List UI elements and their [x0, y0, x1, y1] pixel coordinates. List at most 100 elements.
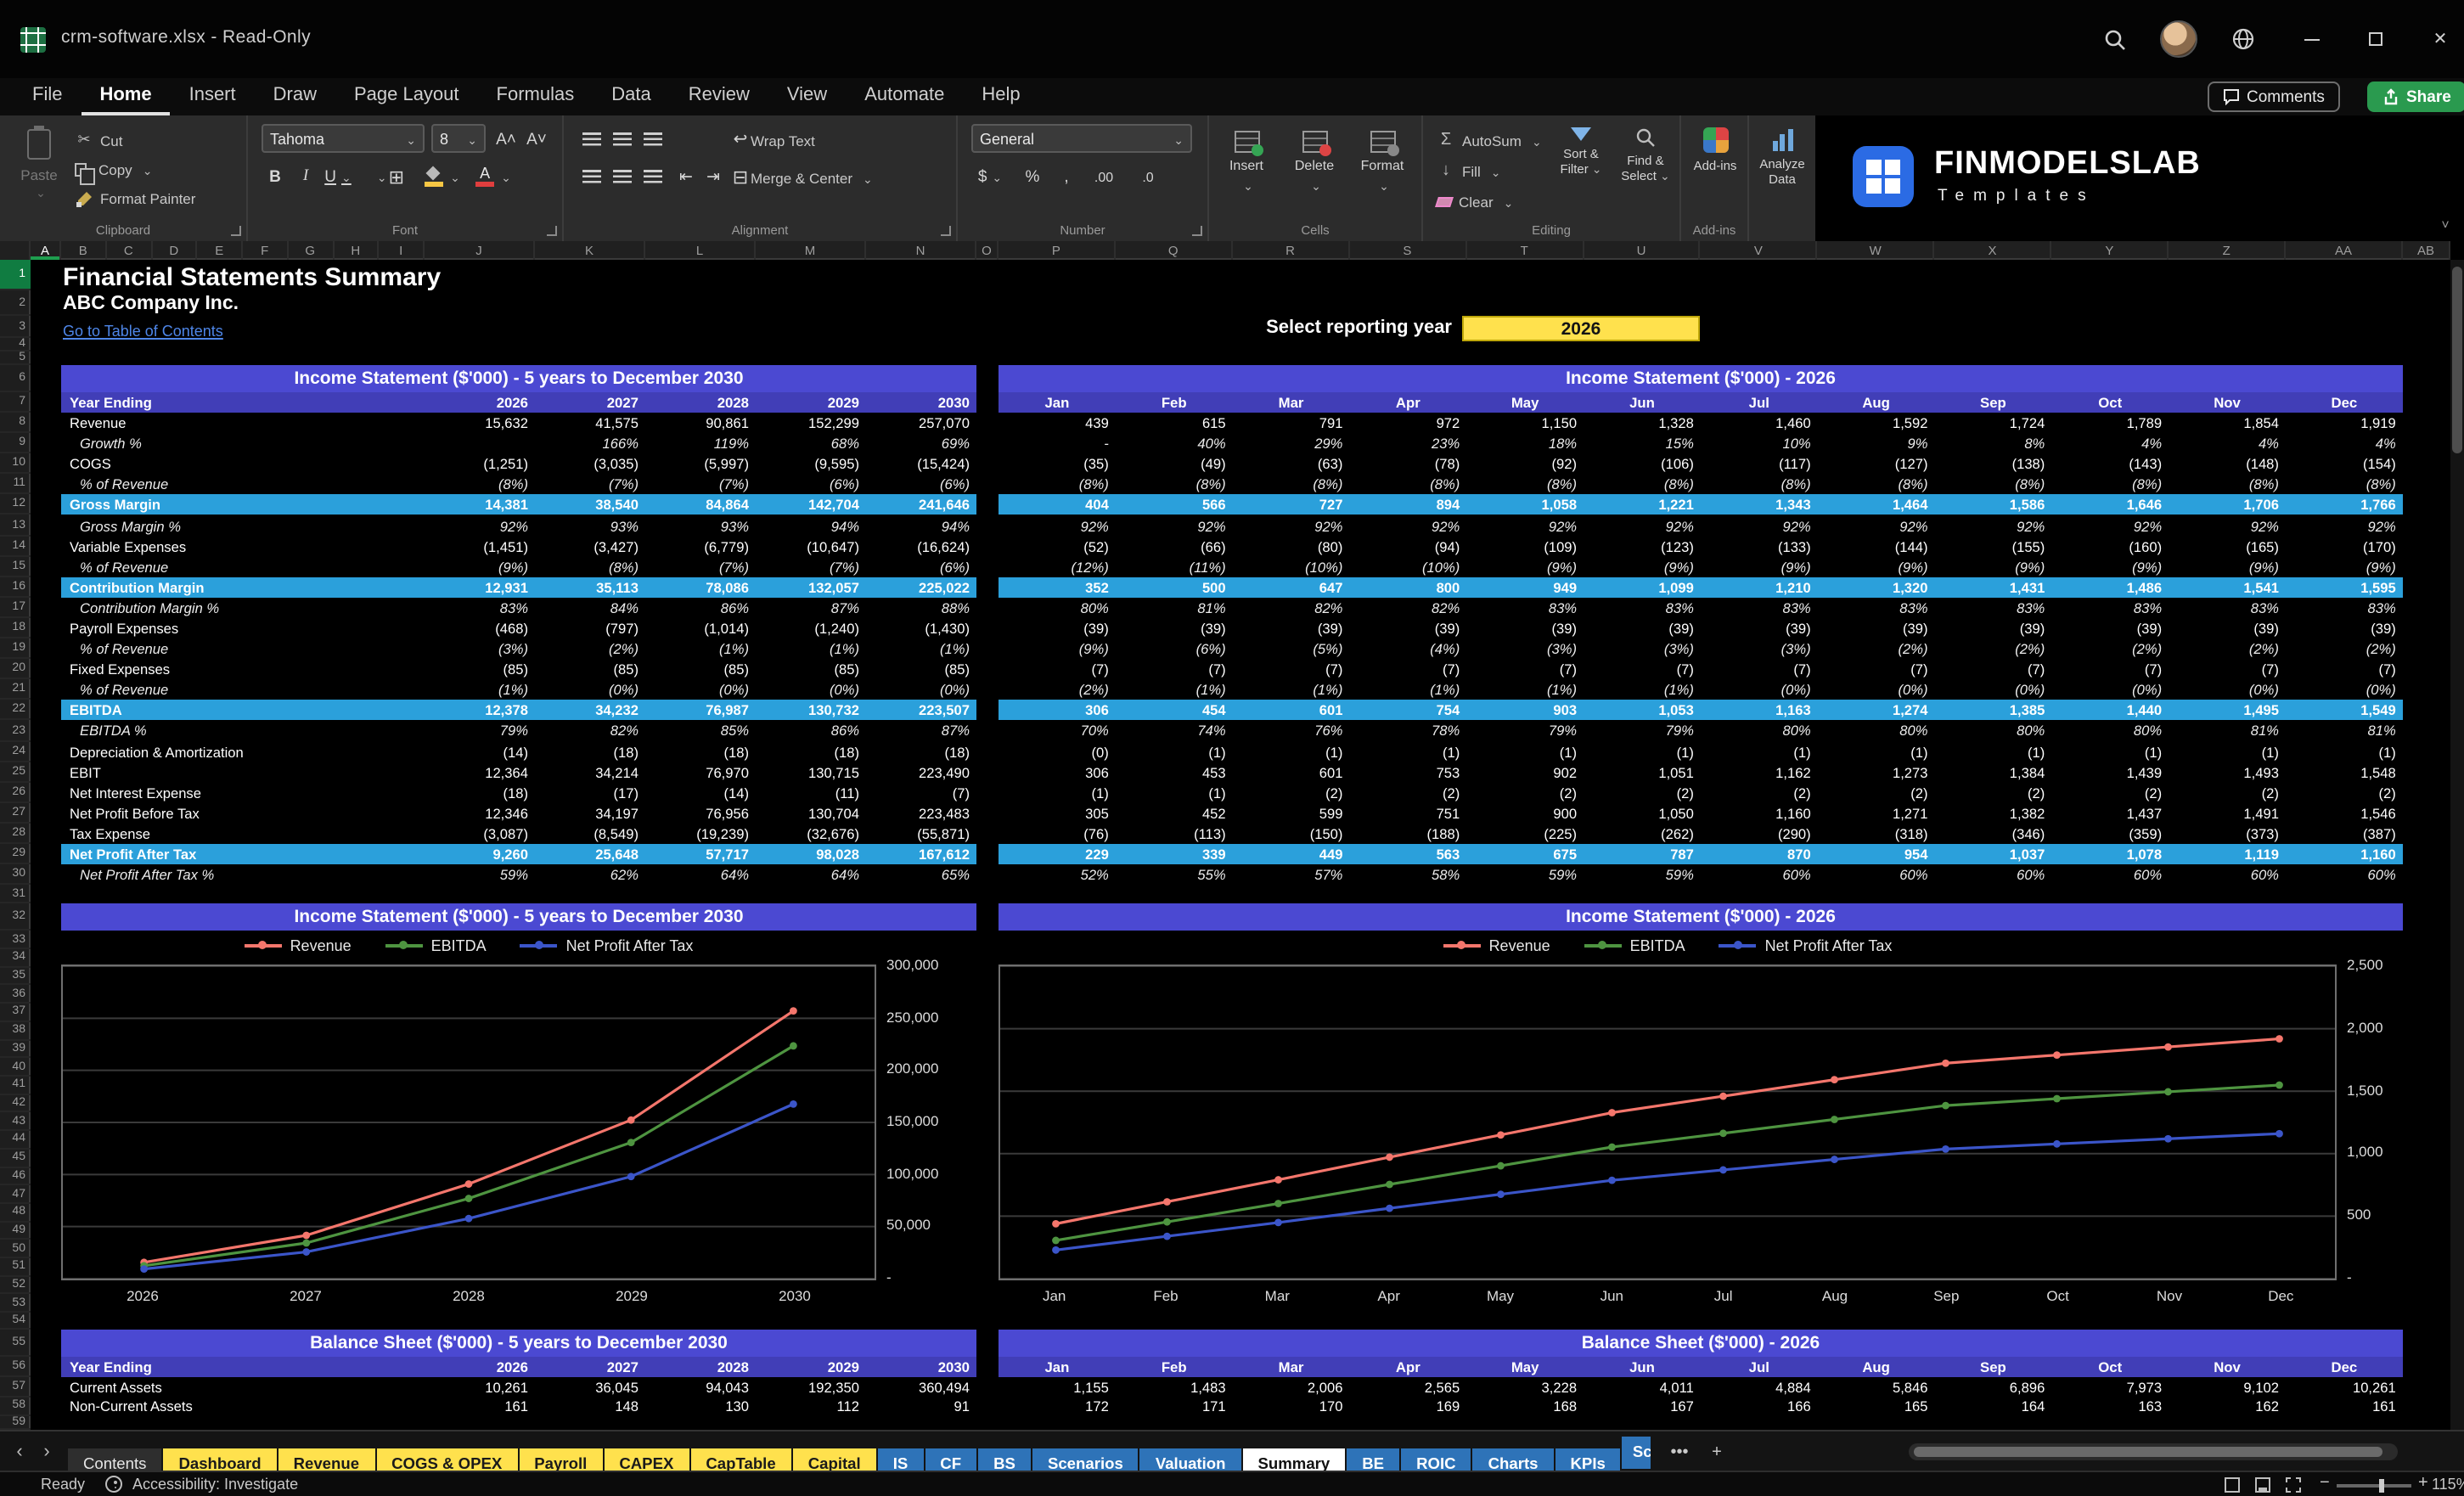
menu-tab-automate[interactable]: Automate — [846, 78, 963, 115]
cell[interactable]: (7%) — [756, 558, 866, 575]
cell[interactable]: (0%) — [756, 682, 866, 699]
cell[interactable]: 60% — [2286, 866, 2403, 883]
addins-button[interactable]: Add-ins — [1686, 122, 1744, 173]
delete-cells-button[interactable]: Delete — [1284, 124, 1345, 219]
row-header-10[interactable]: 10 — [0, 453, 31, 474]
add-sheet-button[interactable]: + — [1700, 1437, 1734, 1469]
cell[interactable]: 14,381 — [425, 497, 535, 514]
cell[interactable]: 130 — [645, 1398, 756, 1415]
cell[interactable]: 64% — [645, 866, 756, 883]
cell[interactable]: (0%) — [535, 682, 645, 699]
cell[interactable]: 83% — [1935, 599, 2052, 616]
cell[interactable]: 1,210 — [1701, 579, 1818, 596]
cell[interactable]: 949 — [1466, 579, 1584, 596]
cell[interactable]: Jun — [1584, 394, 1701, 411]
column-header-M[interactable]: M — [756, 241, 866, 260]
cell[interactable]: (18) — [425, 784, 535, 801]
cell[interactable]: 84% — [535, 599, 645, 616]
cell[interactable]: (0%) — [645, 682, 756, 699]
cell[interactable]: 130,732 — [756, 702, 866, 719]
close-button[interactable] — [2422, 20, 2459, 58]
cell[interactable]: 29% — [1233, 435, 1350, 452]
cell[interactable]: (9%) — [1701, 558, 1818, 575]
cell[interactable]: 92% — [425, 517, 535, 534]
cell[interactable]: (8%) — [1935, 476, 2052, 493]
row-header-28[interactable]: 28 — [0, 824, 31, 844]
cell[interactable]: (106) — [1584, 455, 1701, 472]
paste-button[interactable]: Paste — [14, 126, 65, 217]
cell[interactable]: 81% — [1116, 599, 1233, 616]
cell[interactable]: (0%) — [2169, 682, 2286, 699]
cell[interactable]: (66) — [1116, 537, 1233, 554]
decrease-decimal-button[interactable]: .0 — [1131, 163, 1165, 190]
cell[interactable]: 10% — [1701, 435, 1818, 452]
cell[interactable]: (8%) — [425, 476, 535, 493]
menu-tab-page-layout[interactable]: Page Layout — [335, 78, 478, 115]
cell[interactable]: 34,197 — [535, 805, 645, 822]
cell[interactable]: (9%) — [2286, 558, 2403, 575]
cell[interactable]: (39) — [1701, 620, 1818, 637]
cell[interactable]: 79% — [1584, 723, 1701, 740]
cell[interactable]: (85) — [756, 661, 866, 678]
cell[interactable]: (76) — [999, 825, 1116, 842]
cell[interactable]: 94% — [866, 517, 976, 534]
cell[interactable]: Sep — [1935, 1358, 2052, 1375]
cell[interactable]: Mar — [1233, 394, 1350, 411]
cell[interactable]: 2026 — [425, 394, 535, 411]
cell[interactable]: (7%) — [645, 476, 756, 493]
cell[interactable]: (8%) — [1233, 476, 1350, 493]
cell[interactable]: 88% — [866, 599, 976, 616]
font-size-select[interactable]: 8 — [431, 124, 486, 153]
row-header-29[interactable]: 29 — [0, 844, 31, 864]
menu-tab-file[interactable]: File — [14, 78, 81, 115]
cell[interactable]: 112 — [756, 1398, 866, 1415]
menu-tab-draw[interactable]: Draw — [255, 78, 335, 115]
cell[interactable]: Oct — [2051, 1358, 2169, 1375]
cell[interactable]: 566 — [1116, 497, 1233, 514]
cell[interactable]: 76,956 — [645, 805, 756, 822]
cell[interactable]: 74% — [1116, 723, 1233, 740]
cell[interactable]: 57,717 — [645, 846, 756, 863]
cell[interactable]: (0%) — [1701, 682, 1818, 699]
cell[interactable]: (144) — [1818, 537, 1935, 554]
cell[interactable]: 4,011 — [1584, 1379, 1701, 1396]
cell[interactable]: (3%) — [1466, 640, 1584, 657]
cell[interactable]: (109) — [1466, 537, 1584, 554]
cell[interactable]: (359) — [2051, 825, 2169, 842]
cell[interactable]: (7) — [2286, 661, 2403, 678]
column-header-T[interactable]: T — [1466, 241, 1584, 260]
percent-format-button[interactable]: % — [1019, 163, 1046, 190]
cell[interactable]: (10,647) — [756, 537, 866, 554]
cell[interactable]: 1,439 — [2051, 763, 2169, 780]
cell[interactable]: 78,086 — [645, 579, 756, 596]
cell[interactable]: 12,364 — [425, 763, 535, 780]
column-header-R[interactable]: R — [1233, 241, 1350, 260]
cell[interactable]: 60% — [2169, 866, 2286, 883]
cell[interactable]: 83% — [1818, 599, 1935, 616]
cell[interactable]: 81% — [2169, 723, 2286, 740]
cell[interactable]: (1%) — [756, 640, 866, 657]
cell[interactable]: (148) — [2169, 455, 2286, 472]
cell[interactable]: 4% — [2169, 435, 2286, 452]
cell[interactable]: 1,320 — [1818, 579, 1935, 596]
cell[interactable]: 1,160 — [1701, 805, 1818, 822]
cell[interactable]: - — [999, 435, 1116, 452]
cell[interactable]: Year Ending — [61, 1358, 425, 1375]
cell[interactable]: 92% — [1466, 517, 1584, 534]
cell[interactable]: (39) — [2051, 620, 2169, 637]
cell[interactable]: (35) — [999, 455, 1116, 472]
cell[interactable]: 69% — [866, 435, 976, 452]
cell[interactable]: 1,058 — [1466, 497, 1584, 514]
row-header-6[interactable]: 6 — [0, 365, 31, 392]
cell[interactable]: Aug — [1818, 1358, 1935, 1375]
cell[interactable]: 91 — [866, 1398, 976, 1415]
cell[interactable]: (6,779) — [645, 537, 756, 554]
bold-button[interactable]: B — [262, 163, 289, 190]
cell[interactable]: 601 — [1233, 763, 1350, 780]
cell[interactable]: (2) — [1584, 784, 1701, 801]
menu-tab-review[interactable]: Review — [670, 78, 768, 115]
cell[interactable]: 60% — [2051, 866, 2169, 883]
cell[interactable]: (39) — [2169, 620, 2286, 637]
cell[interactable]: (39) — [1233, 620, 1350, 637]
column-header-U[interactable]: U — [1584, 241, 1701, 260]
